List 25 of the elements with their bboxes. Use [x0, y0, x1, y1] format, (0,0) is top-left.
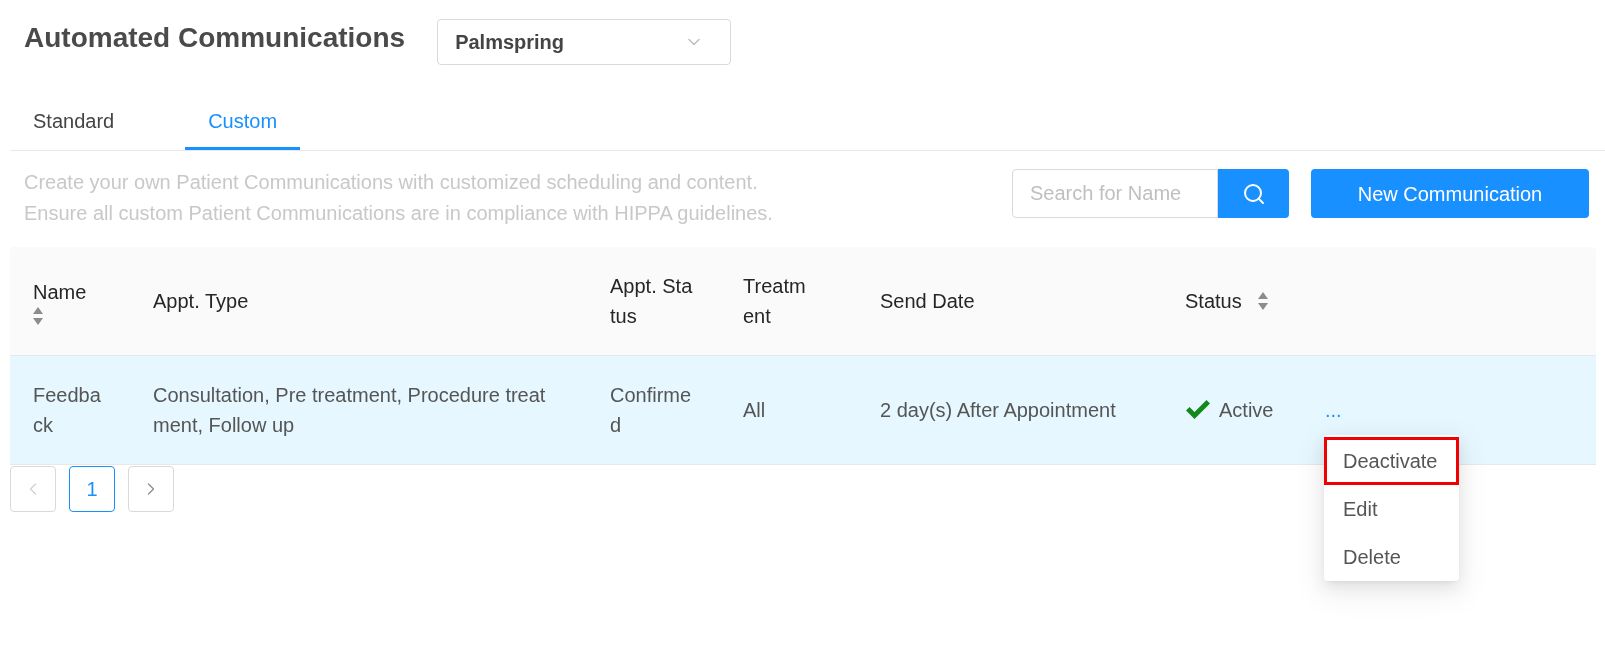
- table-cell-text: Consultation, Pre treatment, Procedure treatment, Follow up: [153, 383, 547, 438]
- column-header: Treatment: [743, 274, 807, 329]
- column-header: Name: [33, 280, 87, 305]
- menu-item[interactable]: Edit: [1324, 485, 1459, 533]
- table-cell-text: 2 day(s) After Appointment: [880, 398, 1117, 423]
- tab[interactable]: Standard: [10, 92, 138, 150]
- sort-icon[interactable]: [33, 307, 43, 325]
- search-field[interactable]: Search for Name: [1012, 169, 1218, 218]
- sort-icon[interactable]: [1257, 292, 1268, 310]
- menu-item[interactable]: Deactivate: [1324, 437, 1459, 485]
- table-cell-text: Feedback: [33, 383, 102, 438]
- search-icon: [1241, 181, 1266, 206]
- column-header: Appt. Status: [610, 274, 693, 329]
- search-button[interactable]: [1218, 169, 1289, 218]
- check-icon: [1185, 400, 1211, 420]
- menu-item[interactable]: Delete: [1324, 533, 1459, 581]
- table-cell-text: Confirmed: [610, 383, 693, 438]
- column-header: Appt. Type: [153, 289, 249, 314]
- page-title: Automated Communications: [24, 21, 406, 55]
- column-header: Send Date: [880, 289, 975, 314]
- next-page-button[interactable]: [128, 466, 174, 512]
- table-cell-text: All: [743, 398, 767, 423]
- location-select[interactable]: Palmspring: [437, 19, 732, 65]
- column-header: Status: [1185, 289, 1242, 314]
- status-text: Active: [1219, 398, 1274, 423]
